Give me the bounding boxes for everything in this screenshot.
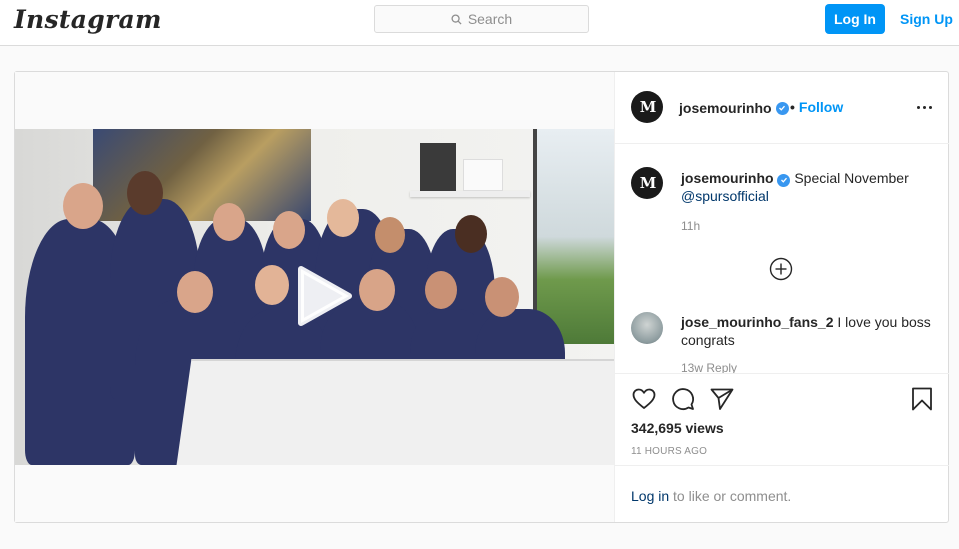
caption-mention-link[interactable]: @spursofficial [681, 188, 769, 204]
video-frame-head [127, 171, 163, 215]
author-username-text: josemourinho [679, 100, 772, 116]
more-options-icon[interactable] [917, 106, 932, 109]
login-prompt: Log in to like or comment. [615, 465, 949, 522]
top-nav: Instagram Search Log In Sign Up [0, 0, 959, 46]
follow-button[interactable]: • Follow [790, 99, 843, 115]
caption-author-avatar[interactable]: M [631, 167, 663, 199]
video-frame-head [359, 269, 395, 311]
commenter-avatar[interactable] [631, 312, 663, 344]
more-dot [923, 106, 926, 109]
post-sidebar: M josemourinho • Follow M josemourinho S… [614, 72, 949, 522]
post-actions: 342,695 views 11 HOURS AGO [615, 373, 949, 465]
login-link[interactable]: Log in [631, 488, 669, 504]
video-frame-head [273, 211, 305, 249]
comment-item: jose_mourinho_fans_2 I love you boss con… [681, 313, 931, 349]
heart-icon[interactable] [631, 386, 657, 412]
video-frame-head [255, 265, 289, 305]
video-frame-head [63, 183, 103, 229]
video-player[interactable] [15, 129, 614, 465]
avatar-initials: M [639, 174, 657, 192]
login-prompt-text: Log in to like or comment. [631, 488, 791, 504]
instagram-logo[interactable]: Instagram [14, 5, 162, 34]
comments-list[interactable]: M josemourinho Special November @spursof… [615, 145, 949, 373]
comment-icon[interactable] [670, 386, 696, 412]
caption-timestamp: 11h [681, 219, 701, 233]
comment-meta: 13w Reply [681, 361, 738, 373]
author-avatar[interactable]: M [631, 91, 663, 123]
login-button[interactable]: Log In [825, 4, 885, 34]
caption-text: Special November [794, 170, 909, 186]
caption-username[interactable]: josemourinho [681, 170, 774, 186]
avatar-initials: M [639, 98, 657, 116]
play-icon[interactable] [287, 263, 353, 329]
author-username[interactable]: josemourinho [679, 100, 789, 116]
video-frame-head [375, 217, 405, 253]
video-frame-head [425, 271, 457, 309]
post-media [15, 72, 614, 522]
video-frame-head [213, 203, 245, 241]
login-prompt-rest: to like or comment. [673, 488, 792, 504]
video-frame-table [174, 359, 614, 465]
search-placeholder: Search [467, 11, 513, 27]
verified-badge-icon [777, 173, 791, 187]
verified-badge-icon [775, 101, 789, 115]
share-icon[interactable] [709, 386, 735, 412]
video-frame-head [177, 271, 213, 313]
comment-username[interactable]: jose_mourinho_fans_2 [681, 314, 834, 330]
load-more-comments-icon[interactable] [769, 257, 793, 281]
header-separator: • [790, 99, 795, 115]
video-frame-head [327, 199, 359, 237]
bookmark-icon[interactable] [909, 386, 935, 412]
more-dot [917, 106, 920, 109]
search-input[interactable]: Search [374, 5, 589, 33]
post-header: M josemourinho • Follow [615, 72, 949, 144]
search-icon [451, 13, 462, 25]
post-caption: josemourinho Special November @spursoffi… [681, 169, 931, 205]
signup-link[interactable]: Sign Up [900, 11, 953, 27]
post-card: M josemourinho • Follow M josemourinho S… [14, 71, 949, 523]
more-dot [929, 106, 932, 109]
post-timestamp[interactable]: 11 HOURS AGO [631, 446, 707, 457]
views-count[interactable]: 342,695 views [631, 420, 724, 436]
follow-label: Follow [798, 99, 844, 115]
video-frame-head [485, 277, 519, 317]
video-frame-head [455, 215, 487, 253]
